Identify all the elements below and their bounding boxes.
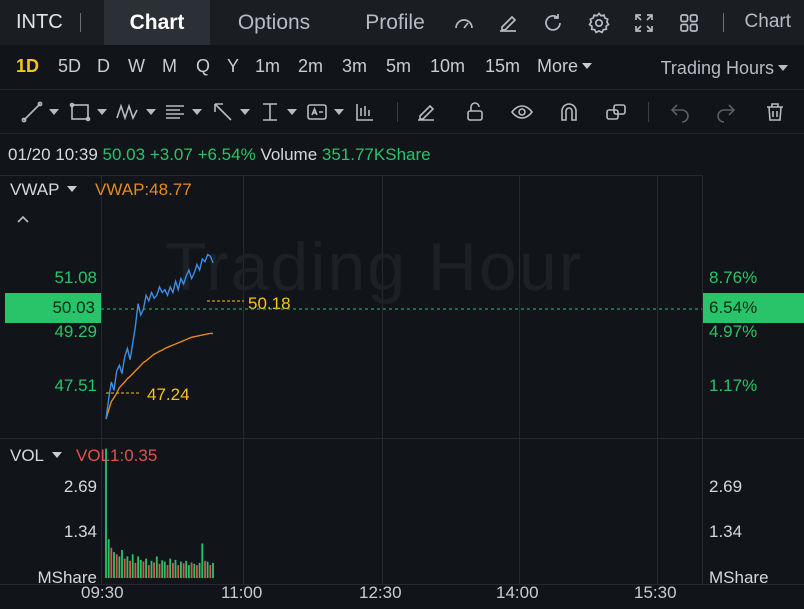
volume-bar [118, 556, 121, 578]
volume-bar [196, 565, 198, 578]
volume-bar [198, 562, 201, 578]
volume-bar [190, 562, 193, 578]
volume-bar [212, 562, 214, 578]
volume-bar [193, 563, 196, 578]
volume-bar [163, 561, 166, 578]
volume-bar [121, 550, 123, 578]
volume-bar [177, 565, 180, 578]
volume-bar [110, 547, 113, 578]
volume-bar [147, 565, 150, 578]
volume-bar [129, 560, 131, 579]
volume-bar [158, 563, 161, 578]
volume-bar [105, 448, 107, 578]
volume-bar [134, 562, 137, 578]
volume-bar [166, 565, 169, 578]
volume-bar [107, 539, 110, 578]
volume-bar [201, 543, 204, 578]
volume-bar [153, 562, 155, 578]
volume-bar [172, 562, 174, 578]
volume-bar [115, 554, 118, 578]
volume-bar [209, 565, 212, 578]
volume-bar [182, 563, 185, 578]
volume-bar [113, 552, 115, 578]
volume-bar [155, 556, 158, 578]
volume-bar [169, 558, 172, 578]
volume-bar [145, 558, 147, 578]
volume-bar [150, 560, 153, 579]
volume-bar [137, 556, 139, 578]
volume-bar [206, 561, 209, 578]
vwap-line [105, 332, 213, 420]
volume-bar [142, 561, 145, 578]
price-volume-chart[interactable] [0, 0, 804, 609]
volume-bar [123, 558, 126, 578]
volume-bar [204, 560, 206, 579]
volume-bar [131, 554, 134, 578]
volume-bar [174, 559, 177, 578]
volume-bar [139, 559, 142, 578]
volume-bar [185, 560, 188, 579]
volume-bar [180, 561, 182, 578]
volume-bar [188, 565, 190, 578]
volume-bar [161, 560, 164, 578]
volume-bar [126, 556, 129, 578]
